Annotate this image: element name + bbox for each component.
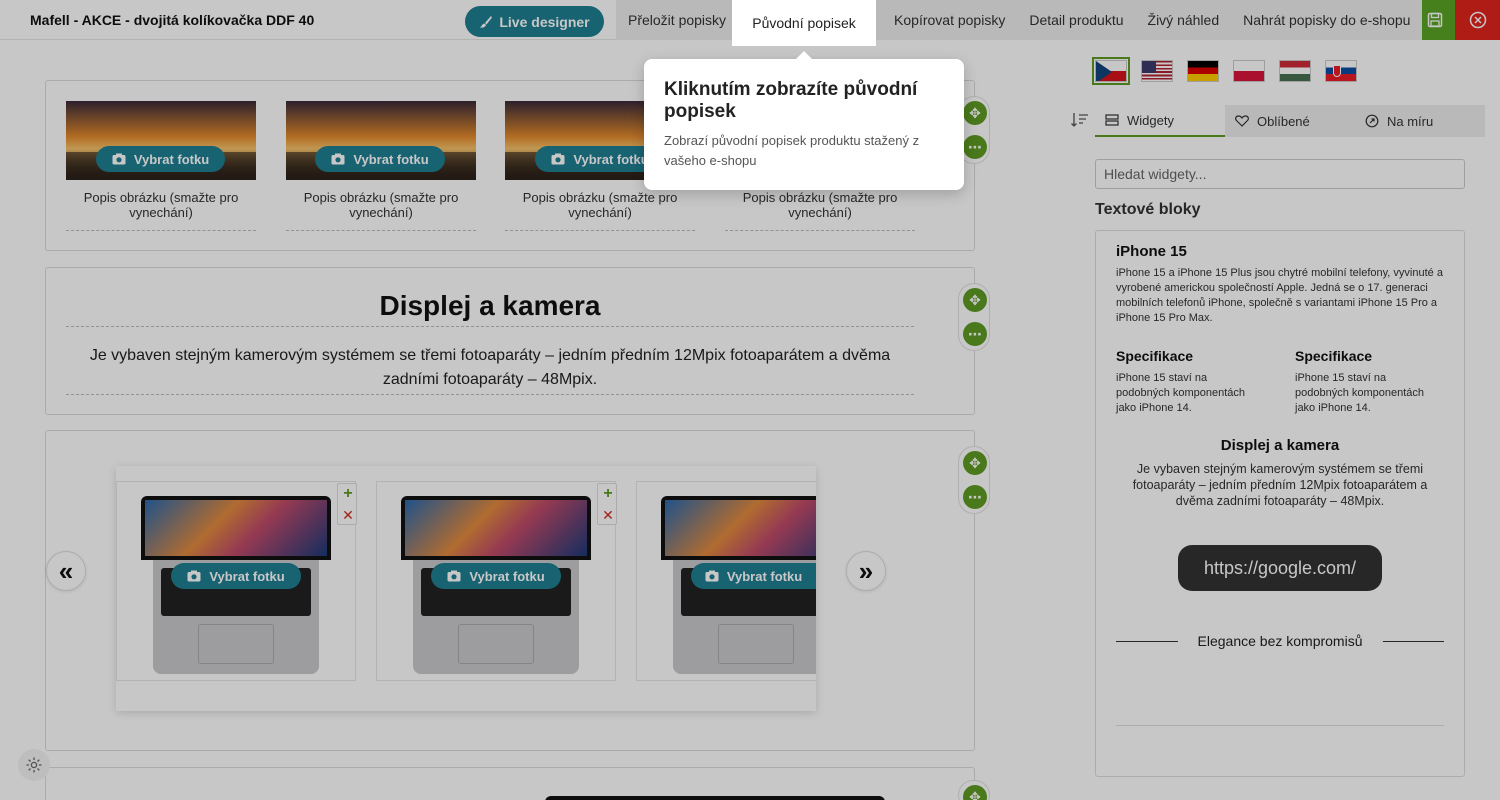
camera-icon: [447, 570, 461, 582]
widget-preview[interactable]: iPhone 15 iPhone 15 a iPhone 15 Plus jso…: [1095, 230, 1465, 777]
choose-photo-button[interactable]: Vybrat fotku: [315, 146, 445, 172]
nav-upload[interactable]: Nahrát popisky do e-shopu: [1231, 0, 1422, 40]
tour-tooltip: Kliknutím zobrazíte původní popisek Zobr…: [644, 51, 964, 190]
choose-photo-label: Vybrat fotku: [469, 568, 545, 584]
block-controls: ✥: [958, 780, 990, 800]
tab-widgets-label: Widgety: [1127, 112, 1174, 128]
plus-icon[interactable]: +: [338, 484, 358, 504]
close-icon: [1469, 11, 1486, 29]
heart-icon: [1235, 115, 1249, 127]
preview-divider-title: Elegance bez kompromisů: [1197, 633, 1363, 649]
remove-icon[interactable]: ✕: [338, 505, 358, 525]
move-icon[interactable]: ✥: [963, 785, 987, 800]
preview-intro: iPhone 15 a iPhone 15 Plus jsou chytré m…: [1116, 267, 1443, 324]
flag-us-icon[interactable]: [1141, 60, 1173, 82]
language-flags: [1092, 57, 1357, 85]
preview-url-button: https://google.com/: [1178, 545, 1382, 591]
camera-icon: [187, 570, 201, 582]
nav-original-description[interactable]: Původní popisek: [732, 0, 876, 46]
more-icon[interactable]: ⋯: [963, 485, 987, 509]
image-caption[interactable]: Popis obrázku (smažte pro vynechání): [66, 190, 256, 231]
save-icon: [1427, 12, 1443, 28]
product-title: Mafell - AKCE - dvojitá kolíkovačka DDF …: [30, 12, 315, 28]
choose-photo-button[interactable]: Vybrat fotku: [691, 563, 816, 589]
choose-photo-label: Vybrat fotku: [209, 568, 285, 584]
choose-photo-label: Vybrat fotku: [726, 568, 803, 584]
remove-icon[interactable]: ✕: [598, 505, 618, 525]
camera-icon: [331, 153, 345, 165]
block-controls: ✥ ⋯: [958, 283, 990, 351]
section-title: Textové bloky: [1095, 201, 1201, 218]
block-paragraph[interactable]: Je vybaven stejným kamerovým systémem se…: [66, 344, 914, 395]
nav-live-preview[interactable]: Živý náhled: [1136, 0, 1232, 40]
tab-favorites-label: Oblíbené: [1257, 113, 1310, 129]
preview-display-title: Displej a kamera: [1220, 437, 1340, 454]
sort-icon[interactable]: [1070, 110, 1090, 130]
block-heading[interactable]: Displej a kamera: [66, 290, 914, 327]
choose-photo-button[interactable]: Vybrat fotku: [96, 146, 225, 172]
choose-photo-button[interactable]: Vybrat fotku: [431, 563, 561, 589]
choose-photo-label: Vybrat fotku: [133, 151, 210, 167]
tab-custom[interactable]: Na míru: [1355, 105, 1485, 137]
widget-search-input[interactable]: [1095, 159, 1465, 189]
carousel-next-button[interactable]: »: [846, 551, 886, 591]
nav-copy[interactable]: Kopírovat popisky: [882, 0, 1017, 40]
nav-translate[interactable]: Přeložit popisky: [616, 0, 738, 40]
flag-sk-icon[interactable]: [1325, 60, 1357, 82]
tab-widgets[interactable]: Widgety: [1095, 105, 1225, 137]
widget-icon: [1105, 114, 1119, 126]
preview-spec-right-title: Specifikace: [1295, 348, 1373, 364]
image-caption[interactable]: Popis obrázku (smažte pro vynechání): [725, 190, 915, 231]
flag-cz-icon[interactable]: [1092, 57, 1130, 85]
choose-photo-button[interactable]: Vybrat fotku: [171, 563, 301, 589]
preview-spec-left-title: Specifikace: [1116, 348, 1194, 364]
widget-tabs: Widgety Oblíbené Na míru: [1095, 105, 1485, 137]
live-designer-button[interactable]: Live designer: [465, 6, 604, 37]
flag-hu-icon[interactable]: [1279, 60, 1311, 82]
tab-custom-label: Na míru: [1387, 113, 1434, 129]
image-caption[interactable]: Popis obrázku (smažte pro vynechání): [505, 190, 695, 231]
device-image-top: [545, 796, 885, 800]
more-icon[interactable]: ⋯: [963, 322, 987, 346]
live-designer-label: Live designer: [499, 13, 590, 30]
flag-de-icon[interactable]: [1187, 60, 1219, 82]
tooltip-title: Kliknutím zobrazíte původní popisek: [664, 79, 918, 122]
brush-icon: [480, 15, 493, 28]
preview-spec-right-text: iPhone 15 staví na podobných komponentác…: [1295, 372, 1425, 414]
slide-controls: + ✕: [337, 483, 357, 525]
camera-icon: [705, 570, 719, 582]
flag-pl-icon[interactable]: [1233, 60, 1265, 82]
image-caption[interactable]: Popis obrázku (smažte pro vynechání): [286, 190, 476, 231]
move-icon[interactable]: ✥: [963, 451, 987, 475]
gear-icon: [26, 757, 42, 773]
choose-photo-label: Vybrat fotku: [353, 151, 429, 167]
move-icon[interactable]: ✥: [963, 288, 987, 312]
tooltip-description: Zobrazí původní popisek produktu stažený…: [664, 133, 920, 168]
preview-title: iPhone 15: [1116, 243, 1187, 260]
tab-favorites[interactable]: Oblíbené: [1225, 105, 1355, 137]
choose-photo-label: Vybrat fotku: [573, 151, 649, 167]
more-icon[interactable]: ⋯: [963, 135, 987, 159]
camera-icon: [551, 153, 565, 165]
block-controls: ✥ ⋯: [958, 446, 990, 514]
move-icon[interactable]: ✥: [963, 101, 987, 125]
settings-button[interactable]: [18, 749, 50, 781]
carousel-prev-button[interactable]: «: [46, 551, 86, 591]
preview-spec-left-text: iPhone 15 staví na podobných komponentác…: [1116, 372, 1246, 414]
custom-icon: [1365, 114, 1379, 128]
nav-product-detail[interactable]: Detail produktu: [1017, 0, 1135, 40]
preview-separator: [1116, 725, 1444, 726]
plus-icon[interactable]: +: [598, 484, 618, 504]
slide-controls: + ✕: [597, 483, 617, 525]
camera-icon: [112, 153, 126, 165]
preview-display-text: Je vybaven stejným kamerovým systémem se…: [1132, 462, 1428, 508]
close-button[interactable]: [1455, 0, 1500, 40]
preview-divider: Elegance bez kompromisů: [1116, 633, 1445, 649]
